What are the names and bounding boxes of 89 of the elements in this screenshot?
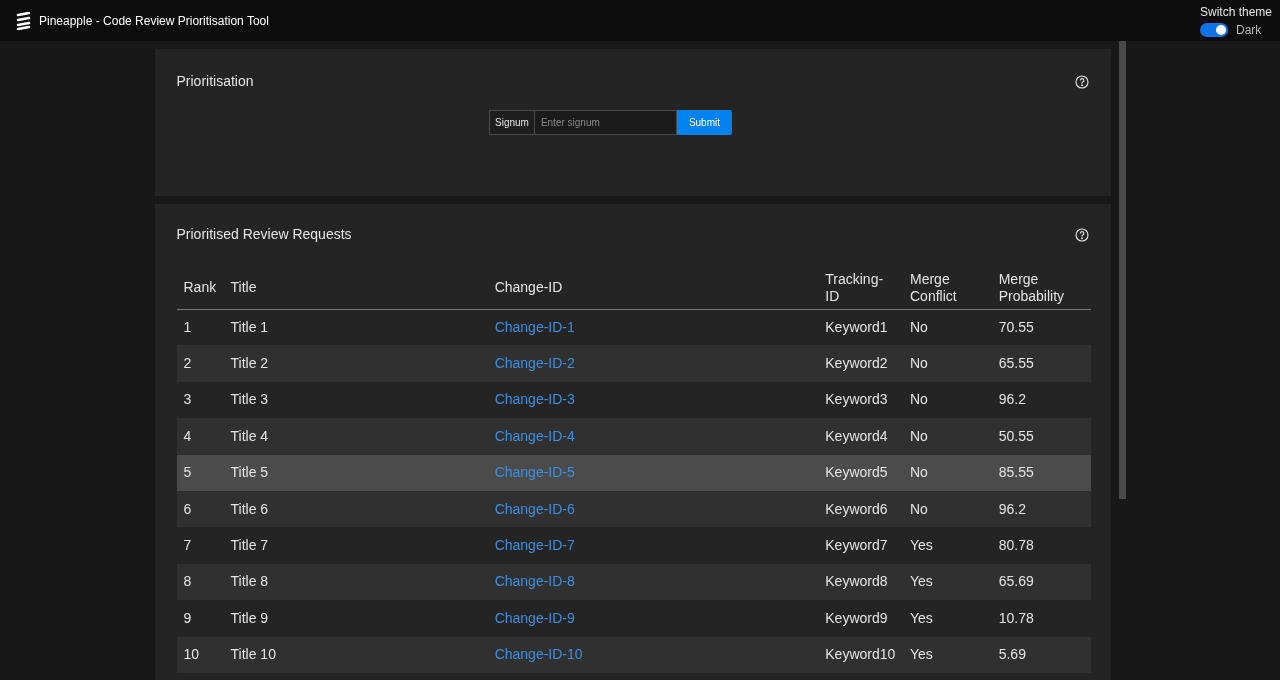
theme-label: Switch theme — [1199, 3, 1272, 21]
table-row[interactable]: 10 Title 10 Change-ID-10 Keyword10 Yes 5.69 — [176, 636, 1091, 673]
change-link[interactable]: Change-ID-1 — [494, 318, 575, 335]
table-cell: Keyword3 — [818, 381, 903, 419]
table-row[interactable]: 4 Title 4 Change-ID-4 Keyword4 No 50.55 — [176, 418, 1091, 455]
table-cell: Yes — [903, 636, 992, 673]
table-cell: No — [903, 381, 992, 419]
table-cell: 50.55 — [991, 418, 1091, 455]
table-cell: Keyword9 — [818, 600, 903, 637]
table-cell: No — [903, 454, 992, 491]
theme-toggle[interactable] — [1199, 22, 1228, 37]
table-cell: 10.78 — [991, 600, 1091, 637]
table-cell: Keyword2 — [818, 345, 903, 382]
table-cell: 3 — [176, 381, 224, 419]
table-cell: Keyword6 — [818, 490, 903, 528]
table-cell: 10 — [176, 636, 224, 673]
theme-value: Dark — [1235, 21, 1262, 39]
table-cell: Yes — [903, 527, 992, 564]
card-title: Prioritised Review Requests — [176, 225, 352, 244]
card-title: Prioritisation — [176, 72, 254, 91]
table-row[interactable]: 7 Title 7 Change-ID-7 Keyword7 Yes 80.78 — [176, 527, 1091, 564]
table-cell: Yes — [903, 563, 992, 601]
table-cell: 96.2 — [991, 490, 1091, 528]
table-cell: No — [903, 490, 992, 528]
table-cell: Title 10 — [223, 636, 488, 673]
table-cell: 5 — [176, 454, 224, 491]
table-row[interactable]: 6 Title 6 Change-ID-6 Keyword6 No 96.2 — [176, 490, 1091, 528]
table-cell: Keyword5 — [818, 454, 903, 491]
table-cell: 80.78 — [991, 527, 1091, 564]
table-cell: Keyword4 — [818, 418, 903, 455]
table-cell: 9 — [176, 600, 224, 637]
table-cell: Title 4 — [223, 418, 488, 455]
logo-icon — [16, 11, 31, 30]
table-cell: Title 7 — [223, 527, 488, 564]
table-cell: Title 5 — [223, 454, 488, 491]
table-cell: Title 1 — [223, 309, 488, 346]
table-row[interactable]: 3 Title 3 Change-ID-3 Keyword3 No 96.2 — [176, 381, 1091, 419]
table-cell: Title 2 — [223, 345, 488, 382]
table-row[interactable]: 8 Title 8 Change-ID-8 Keyword8 Yes 65.69 — [176, 563, 1091, 601]
table-cell: 70.55 — [991, 309, 1091, 346]
table-cell: No — [903, 309, 992, 346]
column-header: Tracking-ID — [818, 267, 903, 309]
table-cell: Title 9 — [223, 600, 488, 637]
app-title: Pineapple - Code Review Prioritisation Tool — [39, 12, 269, 30]
table-cell: 96.2 — [991, 381, 1091, 419]
table-cell: 6 — [176, 490, 224, 528]
table-cell: 7 — [176, 527, 224, 564]
table-row[interactable]: 5 Title 5 Change-ID-5 Keyword5 No 85.55 — [176, 454, 1091, 491]
table-row[interactable]: 2 Title 2 Change-ID-2 Keyword2 No 65.55 — [176, 345, 1091, 382]
table-cell: No — [903, 418, 992, 455]
column-header: Merge Conflict — [903, 267, 992, 309]
table-cell: Title 3 — [223, 381, 488, 419]
help-icon[interactable] — [1074, 74, 1089, 89]
change-link[interactable]: Change-ID-3 — [494, 391, 575, 408]
column-header: Change-ID — [487, 267, 819, 309]
table-cell: Title 8 — [223, 563, 488, 601]
field-label: Signum — [489, 110, 535, 135]
change-link[interactable]: Change-ID-9 — [494, 609, 575, 626]
table-cell: Keyword8 — [818, 563, 903, 601]
change-link[interactable]: Change-ID-8 — [494, 573, 575, 590]
table-cell: Keyword1 — [818, 309, 903, 346]
table-cell: 85.55 — [991, 454, 1091, 491]
column-header: Merge Probability — [991, 267, 1091, 309]
column-header: Title — [223, 267, 488, 309]
table-cell: 65.69 — [991, 563, 1091, 601]
column-header: Rank — [176, 267, 224, 309]
submit-button[interactable]: Submit — [676, 110, 732, 135]
table-cell: 65.55 — [991, 345, 1091, 382]
table-cell: 1 — [176, 309, 224, 346]
help-icon[interactable] — [1074, 227, 1089, 242]
table-cell: 5.69 — [991, 636, 1091, 673]
table-row[interactable]: 9 Title 9 Change-ID-9 Keyword9 Yes 10.78 — [176, 600, 1091, 637]
table-cell: Title 6 — [223, 490, 488, 528]
change-link[interactable]: Change-ID-4 — [494, 427, 575, 444]
table-cell: Keyword7 — [818, 527, 903, 564]
table-cell: 2 — [176, 345, 224, 382]
scrollbar[interactable] — [1118, 41, 1126, 499]
table-cell: 8 — [176, 563, 224, 601]
change-link[interactable]: Change-ID-5 — [494, 464, 575, 481]
table-cell: Yes — [903, 600, 992, 637]
table-cell: No — [903, 345, 992, 382]
change-link[interactable]: Change-ID-7 — [494, 537, 575, 554]
signum-field[interactable]: Enter signum — [534, 110, 677, 135]
change-link[interactable]: Change-ID-6 — [494, 500, 575, 517]
change-link[interactable]: Change-ID-2 — [494, 355, 575, 372]
table-cell: 4 — [176, 418, 224, 455]
table-cell: Keyword10 — [818, 636, 903, 673]
table-row[interactable]: 1 Title 1 Change-ID-1 Keyword1 No 70.55 — [176, 309, 1091, 346]
change-link[interactable]: Change-ID-10 — [494, 646, 583, 663]
